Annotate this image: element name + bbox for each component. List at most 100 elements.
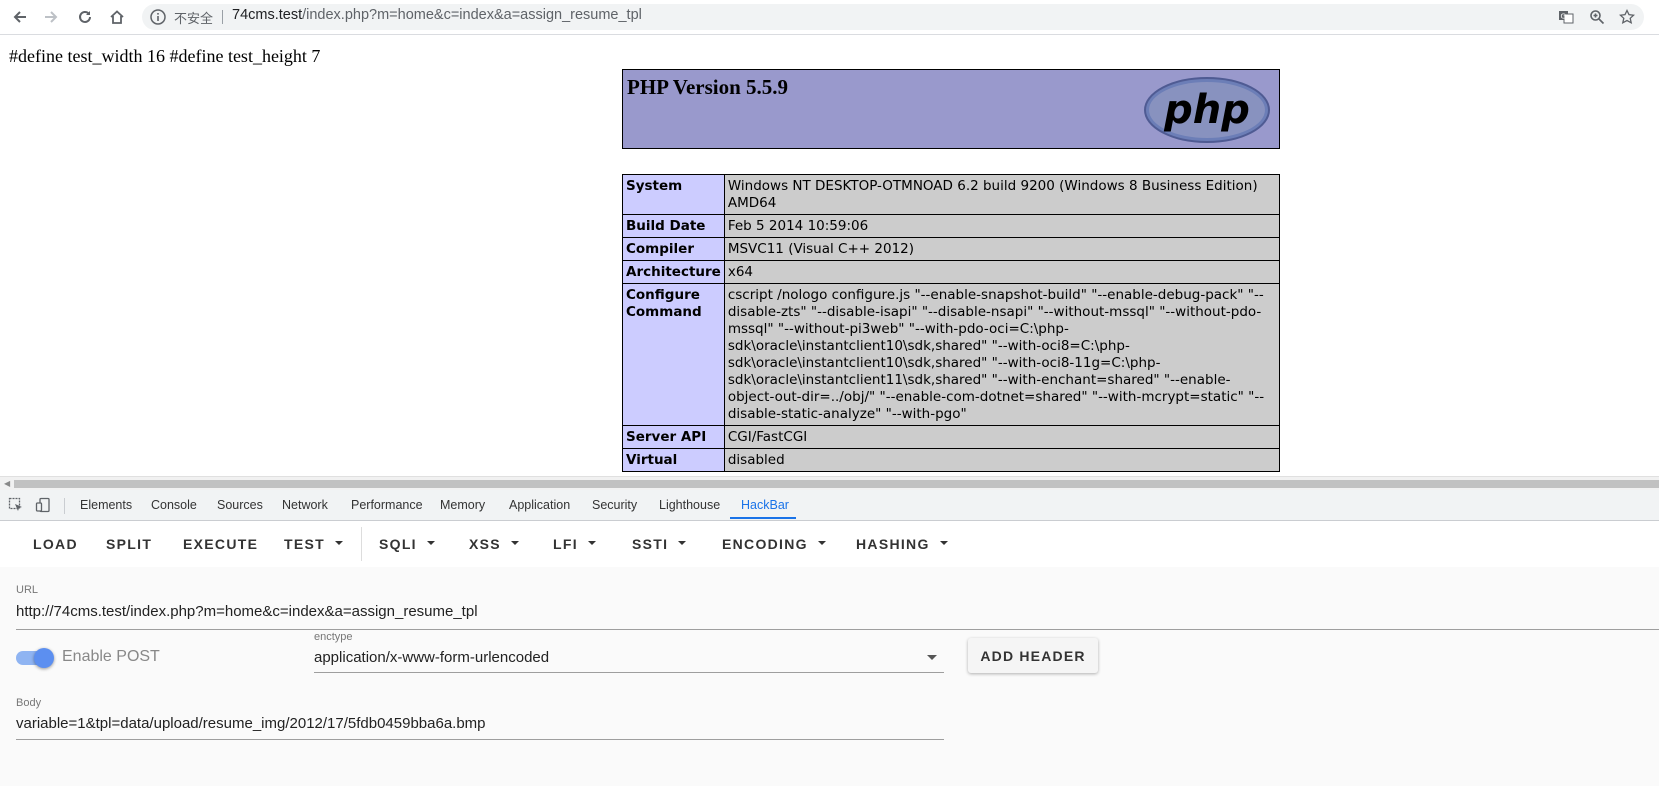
table-row: Configure Command cscript /nologo configu… [622,283,1281,426]
dropdown-caret-icon [334,541,343,546]
scroll-left-icon[interactable]: ◀ [4,479,10,488]
back-arrow-icon[interactable] [9,6,31,28]
enctype-underline [314,672,944,673]
info-value: CGI/FastCGI [723,425,1281,449]
url-path: /index.php?m=home&c=index&a=assign_resum… [302,7,642,23]
info-value: cscript /nologo configure.js "--enable-s… [723,283,1281,426]
tab-security[interactable]: Security [592,498,637,512]
php-version-title: PHP Version 5.5.9 [627,75,789,99]
php-logo-icon: php [1144,77,1270,143]
dropdown-caret-icon [587,541,596,546]
body-field-underline [16,739,944,740]
zoom-icon[interactable] [1589,9,1605,30]
insecure-label: 不安全 [174,11,214,26]
dropdown-caret-icon [939,541,948,546]
tab-application[interactable]: Application [509,498,570,512]
lfi-menu-button[interactable]: LFI [553,536,596,552]
sqli-menu-button[interactable]: SQLI [379,536,435,552]
hashing-menu-button[interactable]: HASHING [856,536,948,552]
info-key: Architecture [622,260,725,284]
horizontal-scrollbar[interactable]: ◀ [0,476,1659,490]
sqli-menu-label: SQLI [379,536,417,552]
active-tab-indicator [730,517,796,519]
url-field-underline [16,629,1659,630]
dropdown-caret-icon [510,541,519,546]
tab-console[interactable]: Console [151,498,197,512]
add-header-button[interactable]: ADD HEADER [968,638,1098,673]
hashing-menu-label: HASHING [856,536,930,552]
info-value: Windows NT DESKTOP-OTMNOAD 6.2 build 920… [723,174,1281,215]
dropdown-caret-icon [678,541,687,546]
xss-menu-button[interactable]: XSS [469,536,519,552]
info-value: MSVC11 (Visual C++ 2012) [723,237,1281,261]
info-key: Virtual [622,448,725,472]
ssti-menu-button[interactable]: SSTI [632,536,687,552]
encoding-menu-button[interactable]: ENCODING [722,536,826,552]
omnibox-divider [222,10,223,24]
forward-arrow-icon[interactable] [40,6,62,28]
dropdown-caret-icon [817,541,826,546]
info-key: Server API [622,425,725,449]
test-menu-label: TEST [284,536,325,552]
body-field-label: Body [16,697,42,709]
tab-performance[interactable]: Performance [351,498,423,512]
body-field[interactable]: variable=1&tpl=data/upload/resume_img/20… [16,715,486,732]
translate-icon[interactable]: G [1558,9,1574,30]
hackbar-panel: LOAD SPLIT EXECUTE TEST SQLI XSS LFI SST… [0,521,1659,786]
url-field-label: URL [16,584,39,596]
table-row: Server API CGI/FastCGI [622,425,1281,449]
info-value: Feb 5 2014 10:59:06 [723,214,1281,238]
lfi-menu-label: LFI [553,536,578,552]
devtools-tabbar: Elements Console Sources Network Perform… [0,490,1659,521]
xss-menu-label: XSS [469,536,501,552]
tab-hackbar[interactable]: HackBar [741,498,789,512]
info-value: x64 [723,260,1281,284]
execute-button[interactable]: EXECUTE [183,536,258,552]
enable-post-label: Enable POST [62,648,160,665]
ssti-menu-label: SSTI [632,536,669,552]
scrollbar-thumb[interactable] [14,480,1659,488]
enable-post-toggle-knob[interactable] [34,648,54,668]
xbm-define-text: #define test_width 16 #define test_heigh… [9,46,321,66]
tab-memory[interactable]: Memory [440,498,485,512]
enctype-select[interactable]: application/x-www-form-urlencoded [314,649,549,666]
hackbar-toolbar: LOAD SPLIT EXECUTE TEST SQLI XSS LFI SST… [0,521,1659,567]
url-text: 74cms.test/index.php?m=home&c=index&a=as… [232,7,642,23]
reload-icon[interactable] [74,6,96,28]
dropdown-caret-icon [426,541,435,546]
device-toolbar-icon[interactable] [35,497,51,518]
split-button[interactable]: SPLIT [106,536,152,552]
tab-lighthouse[interactable]: Lighthouse [659,498,720,512]
info-key: Build Date [622,214,725,238]
address-bar[interactable]: 不安全 74cms.test/index.php?m=home&c=index&… [142,4,1644,30]
info-key: Compiler [622,237,725,261]
table-row: Compiler MSVC11 (Visual C++ 2012) [622,237,1281,261]
test-menu-button[interactable]: TEST [284,536,343,552]
encoding-menu-label: ENCODING [722,536,808,552]
table-row: Architecture x64 [622,260,1281,284]
url-host: 74cms.test [232,7,303,23]
table-row: Build Date Feb 5 2014 10:59:06 [622,214,1281,238]
info-key: System [622,174,725,215]
info-icon[interactable] [150,9,166,30]
svg-text:G: G [1561,13,1566,21]
table-row: System Windows NT DESKTOP-OTMNOAD 6.2 bui… [622,174,1281,215]
inspect-element-icon[interactable] [8,497,24,518]
url-field[interactable]: http://74cms.test/index.php?m=home&c=ind… [16,603,478,620]
tab-elements[interactable]: Elements [80,498,132,512]
info-key: Configure Command [622,283,725,426]
info-value: disabled [723,448,1281,472]
home-icon[interactable] [106,6,128,28]
bookmark-star-icon[interactable] [1618,8,1636,30]
tab-sources[interactable]: Sources [217,498,263,512]
devtools-divider [64,498,65,514]
tab-network[interactable]: Network [282,498,328,512]
browser-toolbar: 不安全 74cms.test/index.php?m=home&c=index&… [0,0,1659,35]
select-dropdown-icon[interactable] [927,655,937,660]
enctype-label: enctype [314,631,353,643]
table-row: Virtual disabled [622,448,1281,472]
load-button[interactable]: LOAD [33,536,78,552]
toolbar-divider [361,527,362,561]
page-viewport: #define test_width 16 #define test_heigh… [0,35,1659,476]
phpinfo-table: System Windows NT DESKTOP-OTMNOAD 6.2 bui… [622,174,1281,472]
